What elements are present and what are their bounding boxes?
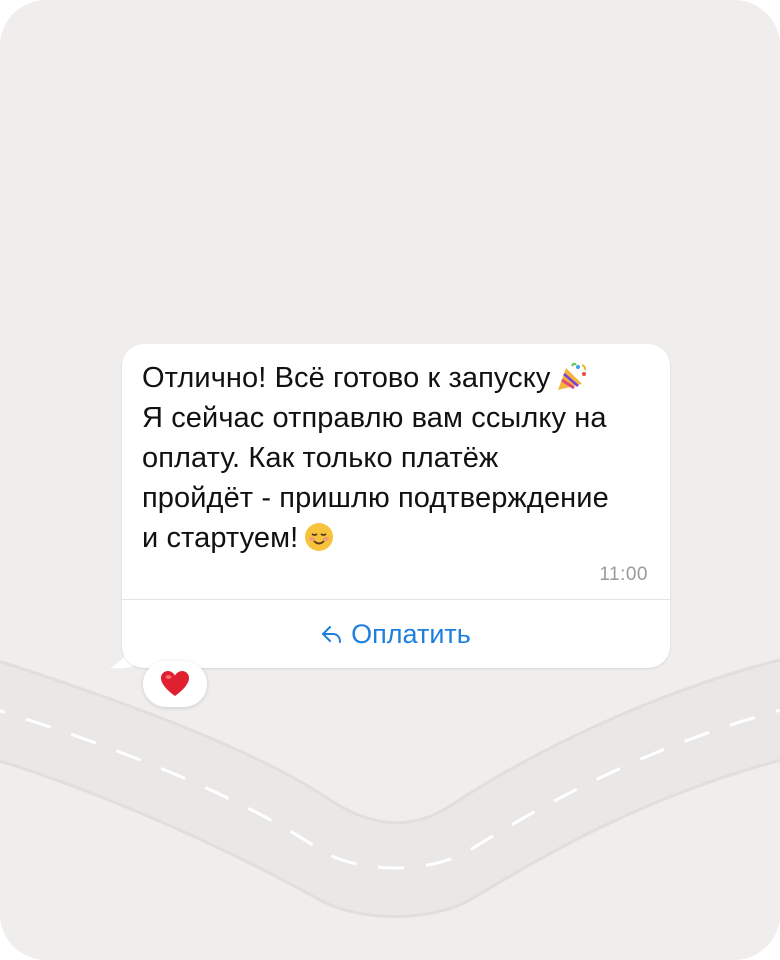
party-popper-emoji-icon xyxy=(558,362,587,390)
message-line-5-text: и стартуем! xyxy=(142,522,299,554)
message-bubble-group: Отлично! Всё готово к запуску Я сейчас о… xyxy=(104,344,670,670)
message-line-3: оплату. Как только платёж xyxy=(142,442,499,474)
message-line-5: и стартуем! xyxy=(142,518,662,558)
smiling-face-emoji-icon xyxy=(305,523,334,551)
message-line-2: Я сейчас отправлю вам ссылку на xyxy=(142,402,607,434)
incoming-message-bubble: Отлично! Всё готово к запуску Я сейчас о… xyxy=(122,344,670,668)
heart-reaction-badge[interactable] xyxy=(143,661,207,707)
message-text: Отлично! Всё готово к запуску Я сейчас о… xyxy=(142,358,662,558)
message-line-1: Отлично! Всё готово к запуску xyxy=(142,358,662,398)
red-heart-icon xyxy=(161,671,189,696)
pay-button-label: Оплатить xyxy=(351,618,471,649)
message-line-4: пройдёт - пришлю подтверждение xyxy=(142,482,609,514)
message-timestamp: 11:00 xyxy=(599,564,648,585)
reply-arrow-icon xyxy=(322,626,342,643)
chat-screen: Отлично! Всё готово к запуску Я сейчас о… xyxy=(0,0,780,960)
message-line-1-text: Отлично! Всё готово к запуску xyxy=(142,362,551,394)
pay-button[interactable]: Оплатить xyxy=(122,600,670,668)
